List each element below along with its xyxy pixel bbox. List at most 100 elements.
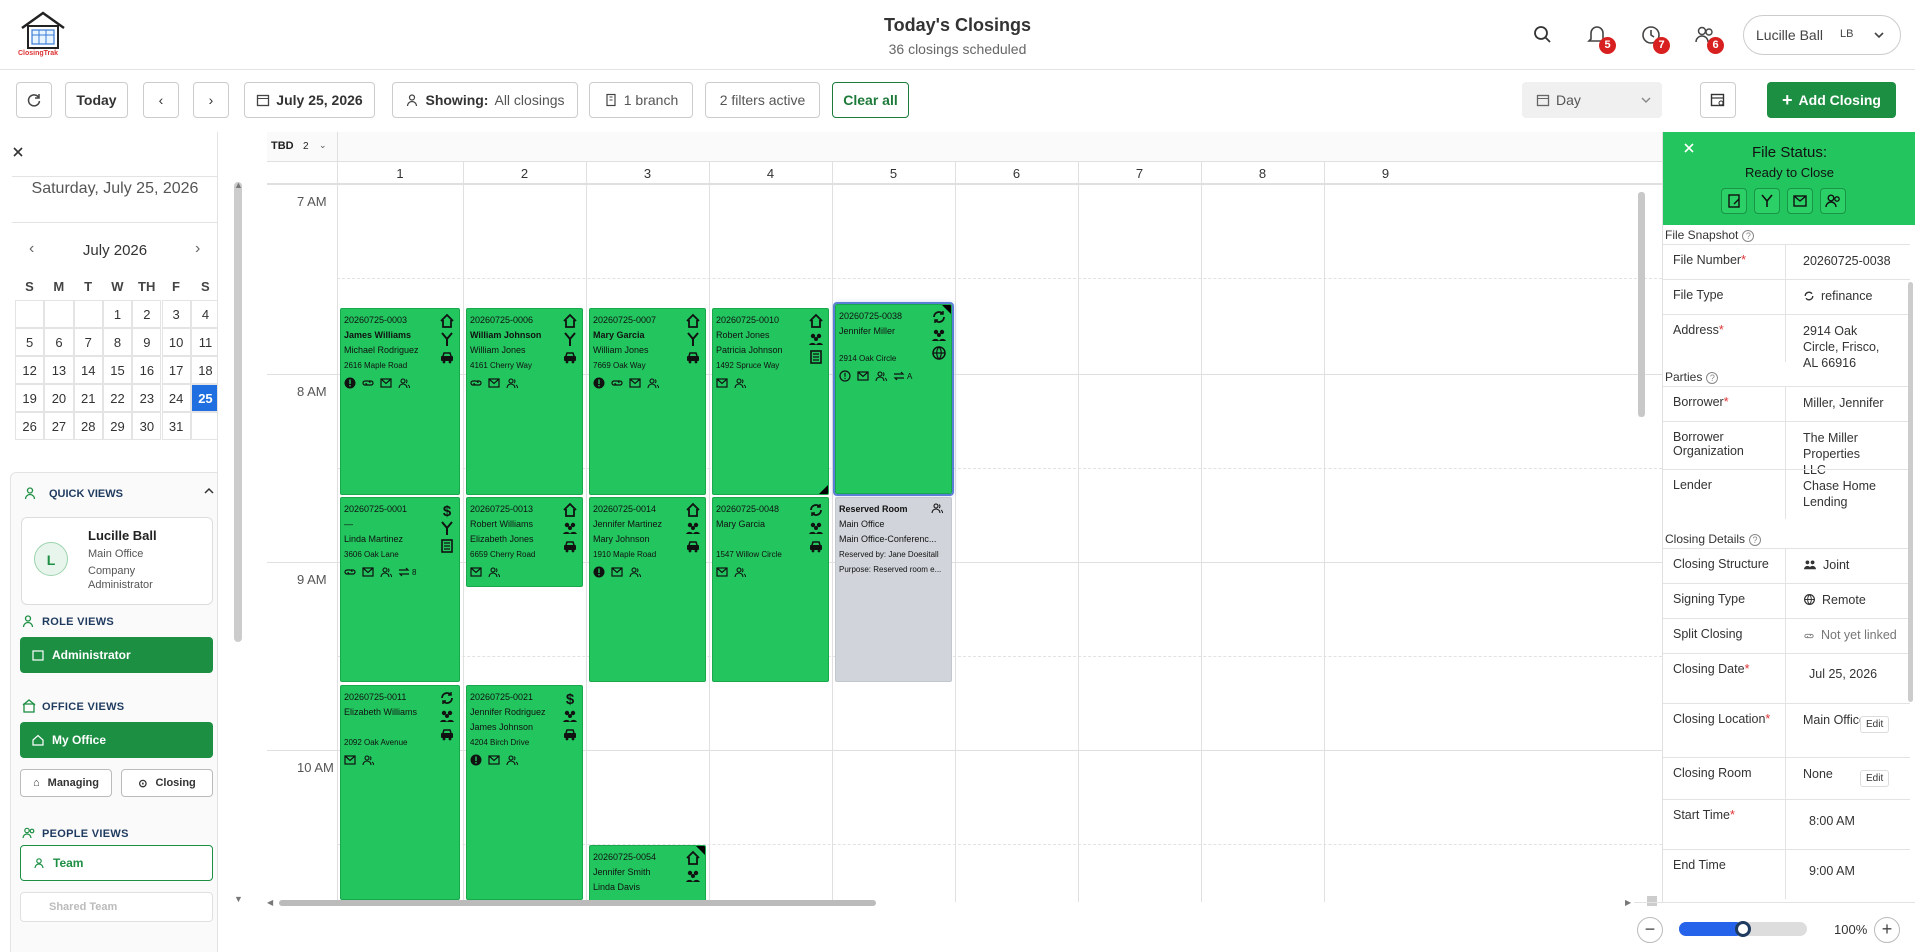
closing-location-edit-button[interactable]: Edit (1860, 716, 1890, 733)
closing-card[interactable]: 20260725-0021 Jennifer Rodriguez James Joh… (466, 685, 583, 900)
zoom-in-button[interactable]: + (1874, 917, 1900, 943)
split-icon[interactable] (1754, 188, 1780, 214)
calendar-day[interactable]: 28 (73, 412, 103, 440)
calendar-day[interactable]: 26 (15, 412, 45, 440)
my-office-view-button[interactable]: My Office (20, 722, 213, 758)
calendar-day[interactable]: 30 (132, 412, 162, 440)
next-month-button[interactable]: › (195, 240, 200, 258)
card-status-icons (593, 566, 702, 578)
closing-card[interactable]: 20260725-0038 Jennifer Miller 2914 Oak Cir… (833, 302, 954, 496)
horizontal-scrollbar[interactable]: ◀ ▶ (267, 896, 1637, 908)
calendar-day[interactable]: 12 (15, 356, 45, 384)
chevron-up-icon[interactable] (203, 485, 215, 497)
close-sidebar-icon[interactable] (10, 144, 26, 160)
today-button[interactable]: Today (65, 82, 128, 118)
scroll-down-icon[interactable]: ▼ (234, 894, 243, 904)
showing-filter-button[interactable]: Showing: All closings (392, 82, 578, 118)
administrator-view-button[interactable]: Administrator (20, 637, 213, 673)
next-day-button[interactable]: › (193, 82, 229, 118)
scroll-left-icon[interactable]: ◀ (267, 898, 273, 907)
calendar-scrollbar[interactable] (1638, 192, 1645, 417)
calendar-day[interactable]: 20 (44, 384, 74, 412)
closing-card[interactable]: 20260725-0013 Robert Williams Elizabeth Jo… (466, 497, 583, 587)
people-icon[interactable] (1820, 188, 1846, 214)
prev-day-button[interactable]: ‹ (143, 82, 179, 118)
closing-card[interactable]: 20260725-0006 William Johnson William Jone… (466, 308, 583, 495)
people-icon[interactable]: 6 (1692, 22, 1724, 54)
calendar-day[interactable]: 17 (161, 356, 191, 384)
scroll-up-icon[interactable]: ▲ (234, 180, 243, 190)
chevron-down-icon[interactable]: ⌄ (319, 140, 327, 151)
card-type-icons: $ (439, 502, 455, 554)
calendar-day[interactable]: 13 (44, 356, 74, 384)
purchase-house-icon (686, 502, 700, 517)
mail-icon[interactable] (1787, 188, 1813, 214)
calendar-day[interactable]: 24 (161, 384, 191, 412)
closing-card[interactable]: 20260725-0010 Robert Jones Patricia Johnso… (712, 308, 829, 495)
edit-note-icon[interactable] (1721, 188, 1747, 214)
calendar-day[interactable]: 2 (132, 300, 162, 328)
search-icon[interactable] (1530, 22, 1556, 48)
calendar-day[interactable]: 4 (190, 300, 217, 328)
calendar-day[interactable]: 14 (73, 356, 103, 384)
calendar-day[interactable]: 29 (102, 412, 133, 440)
horizontal-scroll-thumb[interactable] (279, 900, 876, 906)
managing-view-button[interactable]: ⌂ Managing (20, 769, 112, 797)
help-icon[interactable]: ? (1742, 229, 1755, 242)
calendar-day[interactable]: 21 (73, 384, 103, 412)
calendar-day[interactable]: 9 (132, 328, 162, 356)
calendar-day[interactable]: 22 (102, 384, 133, 412)
calendar-day[interactable]: 7 (73, 328, 103, 356)
zoom-slider[interactable] (1679, 921, 1807, 937)
panel-scrollbar[interactable] (1908, 282, 1913, 702)
sidebar-scrollbar[interactable] (234, 182, 242, 642)
closing-card[interactable]: 20260725-0001— Linda Martinez 3606 Oak Lan… (340, 497, 460, 682)
closing-room-edit-button[interactable]: Edit (1860, 770, 1890, 787)
calendar-day[interactable]: 23 (132, 384, 162, 412)
clear-all-button[interactable]: Clear all (832, 82, 909, 118)
bell-icon[interactable]: 5 (1584, 22, 1616, 54)
calendar-day[interactable]: 25 (190, 384, 217, 412)
calendar-day[interactable]: 31 (161, 412, 191, 440)
calendar-day[interactable]: 11 (190, 328, 217, 356)
reserved-room-card[interactable]: Reserved Room Main Office Main Office-Conf… (835, 497, 952, 682)
calendar-day[interactable]: 27 (44, 412, 74, 440)
calendar-day[interactable]: 8 (102, 328, 133, 356)
help-icon[interactable]: ? (1749, 533, 1762, 546)
closing-card[interactable]: 20260725-0014 Jennifer Martinez Mary Johns… (589, 497, 706, 682)
tbd-count[interactable]: 2 (303, 141, 309, 152)
refresh-button[interactable] (16, 82, 52, 118)
calendar-options-button[interactable] (1700, 82, 1736, 118)
calendar-day[interactable]: 1 (102, 300, 133, 328)
calendar-day[interactable]: 19 (15, 384, 45, 412)
help-icon[interactable]: ? (1706, 371, 1719, 384)
calendar-day[interactable]: 6 (44, 328, 74, 356)
calendar-day[interactable]: 16 (132, 356, 162, 384)
date-picker-button[interactable]: July 25, 2026 (244, 82, 375, 118)
calendar-day[interactable]: 15 (102, 356, 133, 384)
contacts-icon (506, 378, 518, 389)
calendar-day[interactable]: 10 (161, 328, 191, 356)
user-menu[interactable]: Lucille Ball LB (1743, 15, 1901, 55)
calendar-day[interactable]: 18 (190, 356, 217, 384)
calendar-day[interactable]: 3 (161, 300, 191, 328)
zoom-slider-handle[interactable] (1735, 921, 1751, 937)
zoom-out-button[interactable]: − (1637, 917, 1663, 943)
closing-view-button[interactable]: ⊙ Closing (121, 769, 213, 797)
team-view-button[interactable]: Team (20, 845, 213, 881)
transfer-icon (398, 567, 410, 577)
view-select[interactable]: Day (1522, 82, 1662, 118)
shared-team-view-button[interactable]: Shared Team (20, 892, 213, 922)
filters-button[interactable]: 2 filters active (705, 82, 820, 118)
add-closing-button[interactable]: + Add Closing (1767, 82, 1896, 118)
calendar-day[interactable]: 5 (15, 328, 45, 356)
closing-card[interactable]: 20260725-0048 Mary Garcia 1547 Willow Circ… (712, 497, 829, 682)
clock-icon[interactable]: 7 (1638, 22, 1670, 54)
branch-filter-button[interactable]: 1 branch (589, 82, 693, 118)
closing-card[interactable]: 20260725-0054 Jennifer Smith Linda Davis (589, 845, 706, 902)
closing-card[interactable]: 20260725-0011 Elizabeth Williams 2092 Oak … (340, 685, 460, 900)
closing-card[interactable]: 20260725-0003 James Williams Michael Rodri… (340, 308, 460, 495)
closing-card[interactable]: 20260725-0007 Mary Garcia William Jones 766… (589, 308, 706, 495)
column-divider (832, 162, 833, 902)
scroll-right-icon[interactable]: ▶ (1625, 898, 1631, 907)
